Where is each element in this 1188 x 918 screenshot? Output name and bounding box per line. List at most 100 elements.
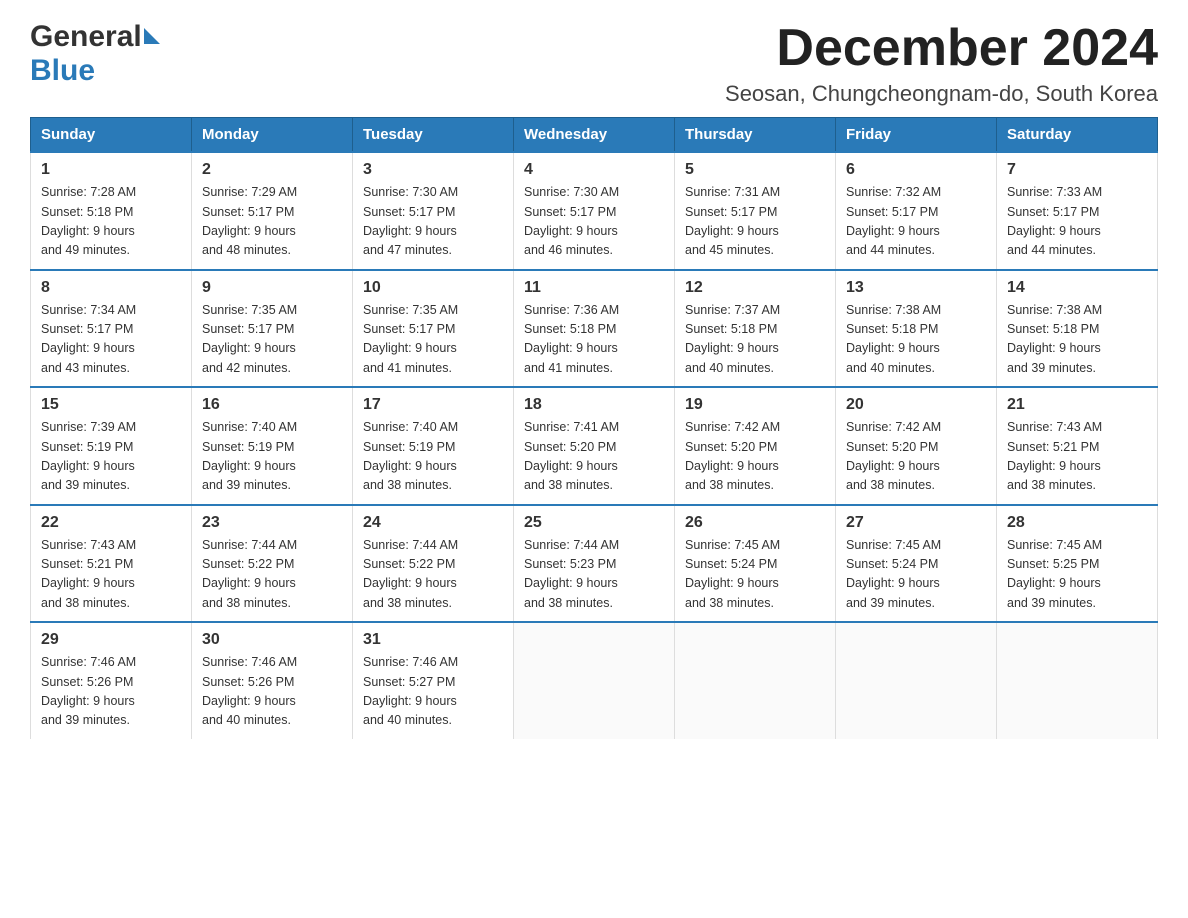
day-info: Sunrise: 7:37 AMSunset: 5:18 PMDaylight:…	[685, 301, 825, 379]
day-number: 2	[202, 161, 342, 179]
weekday-header-sunday: Sunday	[31, 118, 192, 153]
day-cell: 29 Sunrise: 7:46 AMSunset: 5:26 PMDayligh…	[31, 622, 192, 739]
day-number: 27	[846, 514, 986, 532]
day-info: Sunrise: 7:36 AMSunset: 5:18 PMDaylight:…	[524, 301, 664, 379]
day-info: Sunrise: 7:41 AMSunset: 5:20 PMDaylight:…	[524, 418, 664, 496]
day-number: 29	[41, 631, 181, 649]
day-number: 3	[363, 161, 503, 179]
day-info: Sunrise: 7:44 AMSunset: 5:22 PMDaylight:…	[363, 536, 503, 614]
day-cell: 25 Sunrise: 7:44 AMSunset: 5:23 PMDayligh…	[514, 505, 675, 623]
day-info: Sunrise: 7:35 AMSunset: 5:17 PMDaylight:…	[202, 301, 342, 379]
day-cell: 12 Sunrise: 7:37 AMSunset: 5:18 PMDayligh…	[675, 270, 836, 388]
day-info: Sunrise: 7:39 AMSunset: 5:19 PMDaylight:…	[41, 418, 181, 496]
day-number: 14	[1007, 279, 1147, 297]
day-number: 22	[41, 514, 181, 532]
day-cell: 22 Sunrise: 7:43 AMSunset: 5:21 PMDayligh…	[31, 505, 192, 623]
day-number: 11	[524, 279, 664, 297]
day-cell: 10 Sunrise: 7:35 AMSunset: 5:17 PMDayligh…	[353, 270, 514, 388]
day-info: Sunrise: 7:35 AMSunset: 5:17 PMDaylight:…	[363, 301, 503, 379]
day-number: 30	[202, 631, 342, 649]
day-cell	[514, 622, 675, 739]
day-cell: 9 Sunrise: 7:35 AMSunset: 5:17 PMDaylight…	[192, 270, 353, 388]
day-cell: 23 Sunrise: 7:44 AMSunset: 5:22 PMDayligh…	[192, 505, 353, 623]
day-cell: 2 Sunrise: 7:29 AMSunset: 5:17 PMDaylight…	[192, 152, 353, 270]
day-cell: 17 Sunrise: 7:40 AMSunset: 5:19 PMDayligh…	[353, 387, 514, 505]
day-info: Sunrise: 7:40 AMSunset: 5:19 PMDaylight:…	[363, 418, 503, 496]
day-number: 5	[685, 161, 825, 179]
day-info: Sunrise: 7:33 AMSunset: 5:17 PMDaylight:…	[1007, 183, 1147, 261]
week-row-4: 22 Sunrise: 7:43 AMSunset: 5:21 PMDayligh…	[31, 505, 1158, 623]
weekday-header-saturday: Saturday	[997, 118, 1158, 153]
week-row-5: 29 Sunrise: 7:46 AMSunset: 5:26 PMDayligh…	[31, 622, 1158, 739]
day-number: 6	[846, 161, 986, 179]
day-cell: 11 Sunrise: 7:36 AMSunset: 5:18 PMDayligh…	[514, 270, 675, 388]
day-number: 31	[363, 631, 503, 649]
week-row-2: 8 Sunrise: 7:34 AMSunset: 5:17 PMDaylight…	[31, 270, 1158, 388]
day-info: Sunrise: 7:38 AMSunset: 5:18 PMDaylight:…	[846, 301, 986, 379]
day-number: 19	[685, 396, 825, 414]
weekday-header-friday: Friday	[836, 118, 997, 153]
day-cell: 31 Sunrise: 7:46 AMSunset: 5:27 PMDayligh…	[353, 622, 514, 739]
day-cell: 19 Sunrise: 7:42 AMSunset: 5:20 PMDayligh…	[675, 387, 836, 505]
day-cell: 28 Sunrise: 7:45 AMSunset: 5:25 PMDayligh…	[997, 505, 1158, 623]
day-info: Sunrise: 7:45 AMSunset: 5:25 PMDaylight:…	[1007, 536, 1147, 614]
day-cell: 3 Sunrise: 7:30 AMSunset: 5:17 PMDaylight…	[353, 152, 514, 270]
day-info: Sunrise: 7:29 AMSunset: 5:17 PMDaylight:…	[202, 183, 342, 261]
weekday-header-row: SundayMondayTuesdayWednesdayThursdayFrid…	[31, 118, 1158, 153]
day-number: 10	[363, 279, 503, 297]
day-number: 25	[524, 514, 664, 532]
day-cell: 18Sunrise: 7:41 AMSunset: 5:20 PMDayligh…	[514, 387, 675, 505]
day-info: Sunrise: 7:42 AMSunset: 5:20 PMDaylight:…	[846, 418, 986, 496]
logo-blue-text: Blue	[30, 54, 95, 87]
day-cell	[675, 622, 836, 739]
day-number: 7	[1007, 161, 1147, 179]
day-number: 17	[363, 396, 503, 414]
day-info: Sunrise: 7:30 AMSunset: 5:17 PMDaylight:…	[524, 183, 664, 261]
day-info: Sunrise: 7:45 AMSunset: 5:24 PMDaylight:…	[685, 536, 825, 614]
day-number: 8	[41, 279, 181, 297]
page-header: General Blue December 2024 Seosan, Chung…	[30, 20, 1158, 107]
location-subtitle: Seosan, Chungcheongnam-do, South Korea	[725, 81, 1158, 107]
day-info: Sunrise: 7:42 AMSunset: 5:20 PMDaylight:…	[685, 418, 825, 496]
logo-triangle-icon	[144, 28, 160, 44]
day-info: Sunrise: 7:44 AMSunset: 5:23 PMDaylight:…	[524, 536, 664, 614]
title-area: December 2024 Seosan, Chungcheongnam-do,…	[725, 20, 1158, 107]
calendar-table: SundayMondayTuesdayWednesdayThursdayFrid…	[30, 117, 1158, 739]
day-number: 21	[1007, 396, 1147, 414]
day-info: Sunrise: 7:40 AMSunset: 5:19 PMDaylight:…	[202, 418, 342, 496]
day-number: 23	[202, 514, 342, 532]
logo: General Blue	[30, 20, 160, 88]
day-number: 28	[1007, 514, 1147, 532]
week-row-3: 15 Sunrise: 7:39 AMSunset: 5:19 PMDayligh…	[31, 387, 1158, 505]
day-info: Sunrise: 7:38 AMSunset: 5:18 PMDaylight:…	[1007, 301, 1147, 379]
day-cell	[836, 622, 997, 739]
day-cell	[997, 622, 1158, 739]
day-info: Sunrise: 7:46 AMSunset: 5:26 PMDaylight:…	[202, 653, 342, 731]
day-info: Sunrise: 7:43 AMSunset: 5:21 PMDaylight:…	[41, 536, 181, 614]
day-info: Sunrise: 7:46 AMSunset: 5:26 PMDaylight:…	[41, 653, 181, 731]
weekday-header-monday: Monday	[192, 118, 353, 153]
day-info: Sunrise: 7:44 AMSunset: 5:22 PMDaylight:…	[202, 536, 342, 614]
day-info: Sunrise: 7:34 AMSunset: 5:17 PMDaylight:…	[41, 301, 181, 379]
day-number: 13	[846, 279, 986, 297]
day-number: 12	[685, 279, 825, 297]
weekday-header-thursday: Thursday	[675, 118, 836, 153]
day-number: 9	[202, 279, 342, 297]
day-number: 20	[846, 396, 986, 414]
day-cell: 30 Sunrise: 7:46 AMSunset: 5:26 PMDayligh…	[192, 622, 353, 739]
day-cell: 4Sunrise: 7:30 AMSunset: 5:17 PMDaylight…	[514, 152, 675, 270]
weekday-header-tuesday: Tuesday	[353, 118, 514, 153]
day-cell: 8 Sunrise: 7:34 AMSunset: 5:17 PMDaylight…	[31, 270, 192, 388]
day-info: Sunrise: 7:31 AMSunset: 5:17 PMDaylight:…	[685, 183, 825, 261]
logo-general-text: General	[30, 20, 142, 54]
day-number: 16	[202, 396, 342, 414]
day-cell: 15 Sunrise: 7:39 AMSunset: 5:19 PMDayligh…	[31, 387, 192, 505]
day-info: Sunrise: 7:43 AMSunset: 5:21 PMDaylight:…	[1007, 418, 1147, 496]
day-info: Sunrise: 7:46 AMSunset: 5:27 PMDaylight:…	[363, 653, 503, 731]
day-number: 15	[41, 396, 181, 414]
day-info: Sunrise: 7:30 AMSunset: 5:17 PMDaylight:…	[363, 183, 503, 261]
day-cell: 20 Sunrise: 7:42 AMSunset: 5:20 PMDayligh…	[836, 387, 997, 505]
weekday-header-wednesday: Wednesday	[514, 118, 675, 153]
day-cell: 16 Sunrise: 7:40 AMSunset: 5:19 PMDayligh…	[192, 387, 353, 505]
day-cell: 14 Sunrise: 7:38 AMSunset: 5:18 PMDayligh…	[997, 270, 1158, 388]
